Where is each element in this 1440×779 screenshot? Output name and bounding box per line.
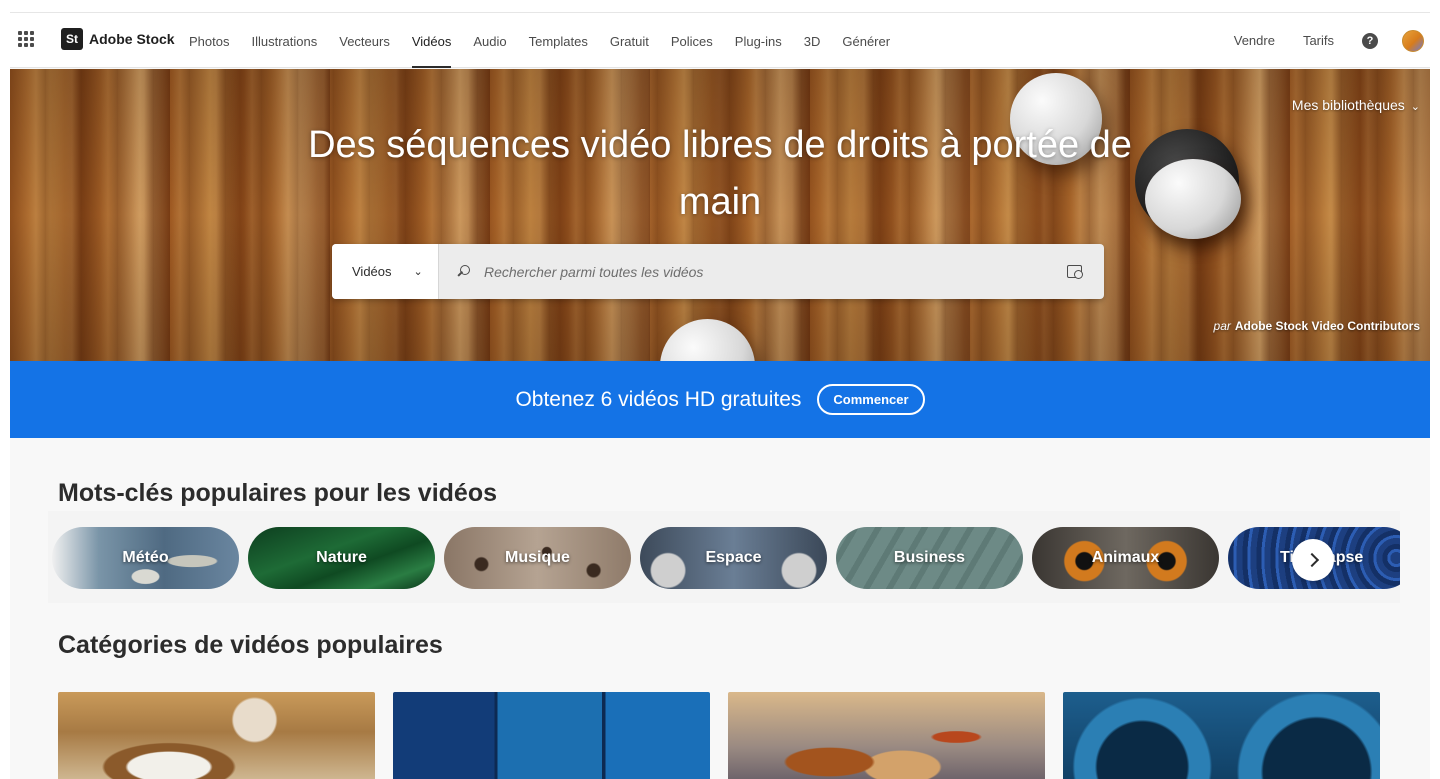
keywords-carousel: Météo Nature Musique Espace Business Ani… [48,511,1400,603]
my-libraries-toggle[interactable]: Mes bibliothèques ⌄ [1292,97,1420,113]
logo-mark: St [61,28,83,50]
sell-link[interactable]: Vendre [1234,33,1275,48]
visual-search-icon[interactable] [1066,263,1086,281]
keywords-title: Mots-clés populaires pour les vidéos [58,479,498,507]
hero-banner: Des séquences vidéo libres de droits à p… [10,69,1430,361]
search-field-wrapper [439,244,1066,299]
help-icon[interactable]: ? [1362,32,1378,49]
search-bar: Vidéos ⌄ [332,244,1104,299]
category-card[interactable] [393,692,710,779]
nav-photos[interactable]: Photos [178,13,240,68]
app-switcher-icon[interactable] [18,31,34,47]
pricing-link[interactable]: Tarifs [1303,33,1334,48]
keyword-pill-animals[interactable]: Animaux [1032,527,1219,589]
keyword-label: Animaux [1091,549,1160,566]
keyword-pill-business[interactable]: Business [836,527,1023,589]
avatar[interactable] [1402,29,1424,52]
start-button[interactable]: Commencer [817,384,925,415]
promo-banner: Obtenez 6 vidéos HD gratuites Commencer [10,361,1430,438]
keyword-pill-nature[interactable]: Nature [248,527,435,589]
nav-illustrations[interactable]: Illustrations [240,13,328,68]
browser-viewport: St Adobe Stock Photos Illustrations Vect… [10,12,1430,779]
keyword-label: Nature [316,549,367,566]
carousel-next-button[interactable] [1292,539,1334,581]
nav-plugins[interactable]: Plug-ins [724,13,793,68]
credit-prefix: par [1213,319,1231,333]
nav-templates[interactable]: Templates [518,13,599,68]
nav-videos[interactable]: Vidéos [401,13,463,68]
libraries-label: Mes bibliothèques [1291,97,1405,113]
promo-text: Obtenez 6 vidéos HD gratuites [515,387,802,411]
chevron-down-icon: ⌄ [1410,101,1420,113]
category-card[interactable] [728,692,1045,779]
category-card[interactable] [58,692,375,779]
chevron-down-icon: ⌄ [413,266,423,278]
keyword-pill-space[interactable]: Espace [640,527,827,589]
category-card[interactable] [1063,692,1380,779]
keyword-pill-weather[interactable]: Météo [52,527,239,589]
search-icon [457,265,470,278]
search-type-dropdown[interactable]: Vidéos ⌄ [332,244,439,299]
nav-fonts[interactable]: Polices [660,13,724,68]
keyword-label: Business [893,549,966,566]
search-type-label: Vidéos [352,264,392,279]
hero-credit: par Adobe Stock Video Contributors [1214,319,1420,333]
keyword-pill-music[interactable]: Musique [444,527,631,589]
keyword-label: Météo [122,549,169,566]
nav-free[interactable]: Gratuit [599,13,660,68]
search-input[interactable] [484,263,1044,280]
top-navigation: St Adobe Stock Photos Illustrations Vect… [10,13,1430,68]
nav-audio[interactable]: Audio [462,13,517,68]
nav-vectors[interactable]: Vecteurs [328,13,401,68]
account-nav: Vendre Tarifs ? [1234,13,1430,68]
adobe-stock-logo[interactable]: St Adobe Stock [61,28,175,50]
keyword-label: Musique [505,549,570,566]
keyword-label: Espace [705,549,762,566]
credit-name[interactable]: Adobe Stock Video Contributors [1235,319,1420,333]
categories-title: Catégories de vidéos populaires [58,631,443,659]
category-nav: Photos Illustrations Vecteurs Vidéos Aud… [178,13,901,68]
hero-title: Des séquences vidéo libres de droits à p… [308,124,1132,223]
logo-text: Adobe Stock [89,31,175,47]
nav-3d[interactable]: 3D [793,13,832,68]
nav-generate[interactable]: Générer [831,13,901,68]
